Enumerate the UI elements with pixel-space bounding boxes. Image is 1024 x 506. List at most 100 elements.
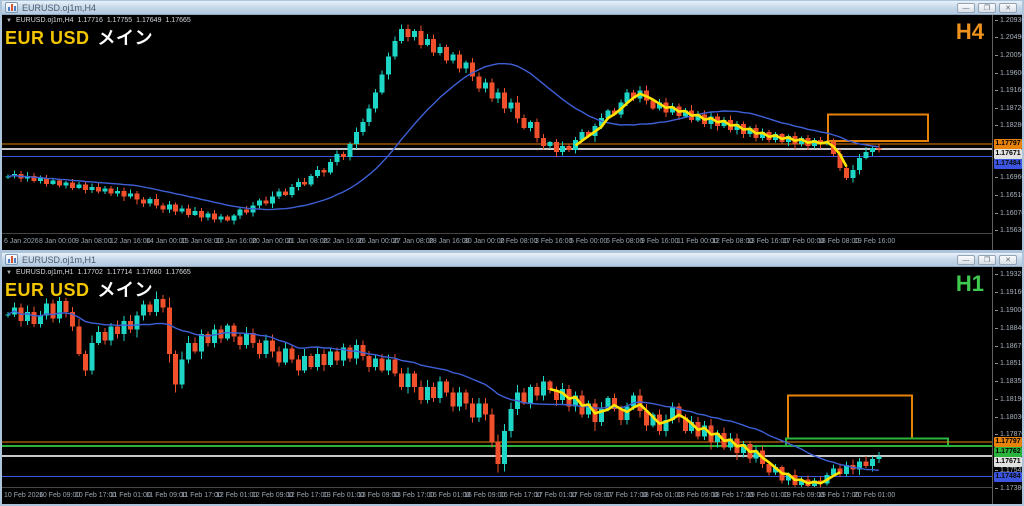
tick-dash <box>995 72 998 74</box>
tick-dash <box>995 362 998 364</box>
time-tick: 6 Jan 2026 <box>4 238 39 245</box>
window-titlebar[interactable]: EURUSD.oj1m,H4 — ❐ ✕ <box>2 1 1022 15</box>
time-tick: 2 Feb 08:00 <box>500 238 538 245</box>
price-badge: 1.17484 <box>994 159 1022 169</box>
supply-zone-rect <box>827 113 929 142</box>
chart-area-h1: ▼ EURUSD.oj1m,H1 1.17702 1.17714 1.17660… <box>2 267 1022 504</box>
tick-dash <box>995 345 998 347</box>
candles <box>5 24 882 225</box>
tick-dash <box>995 469 998 471</box>
price-tick: 1.18280 <box>995 121 1022 129</box>
tick-dash <box>995 327 998 329</box>
time-tick: 3 Feb 16:00 <box>535 238 573 245</box>
tick-dash <box>995 194 998 196</box>
price-tick: 1.18840 <box>995 324 1022 332</box>
time-tick: 11 Feb 01:00 <box>110 492 151 499</box>
price-tick: 1.19600 <box>995 69 1022 77</box>
tick-dash <box>995 416 998 418</box>
tick-dash <box>995 89 998 91</box>
minimize-button[interactable]: — <box>957 2 975 13</box>
price-tick: 1.20050 <box>995 51 1022 59</box>
fast-ma-line <box>549 387 841 485</box>
tick-dash <box>995 487 998 489</box>
minimize-button[interactable]: — <box>957 254 975 265</box>
price-axis[interactable]: 1.20930 1.20490 1.20050 1.19600 1.19160 1.187… <box>992 15 1022 250</box>
price-axis[interactable]: 1.19325 1.19160 1.19000 1.18840 1.18675 1.185… <box>992 267 1022 504</box>
price-tick: 1.18355 <box>995 377 1022 385</box>
time-tick: 19 Feb 16:00 <box>854 238 896 245</box>
time-axis[interactable]: 6 Jan 2026 8 Jan 00:00 9 Jan 08:00 12 Jan 1… <box>2 233 992 250</box>
tick-dash <box>995 107 998 109</box>
tick-dash <box>995 273 998 275</box>
ohlc-open: 1.17716 <box>77 17 103 24</box>
price-badge: 1.17797 <box>994 437 1022 447</box>
restore-button[interactable]: ❐ <box>978 254 996 265</box>
tick-dash <box>995 309 998 311</box>
tick-dash <box>995 19 998 21</box>
time-tick: 10 Feb 2026 <box>4 492 44 499</box>
time-axis[interactable]: 10 Feb 2026 10 Feb 09:00 10 Feb 17:00 11 Fe… <box>2 487 992 504</box>
tick-dash <box>995 398 998 400</box>
tick-dash <box>995 212 998 214</box>
time-tick: 9 Feb 16:00 <box>641 238 679 245</box>
price-tick: 1.19000 <box>995 306 1022 314</box>
symbol-watermark: EUR USD メイン <box>5 280 154 300</box>
window-title: EURUSD.oj1m,H4 <box>22 2 97 13</box>
chart-area-h4: ▼ EURUSD.oj1m,H4 1.17716 1.17755 1.17649… <box>2 15 1022 250</box>
ohlc-info: ▼ EURUSD.oj1m,H1 1.17702 1.17714 1.17660… <box>6 269 191 276</box>
price-tick: 1.16510 <box>995 191 1022 199</box>
time-tick: 12 Jan 16:00 <box>110 238 151 245</box>
symbol-watermark: EUR USD メイン <box>5 28 154 48</box>
chart-window-h1: EURUSD.oj1m,H1 — ❐ ✕ ▼ EURUSD.oj1m,H1 1.… <box>0 252 1024 506</box>
tick-dash <box>995 291 998 293</box>
time-tick: 20 Feb 01:00 <box>854 492 896 499</box>
slow-ma-line <box>7 63 879 211</box>
window-titlebar[interactable]: EURUSD.oj1m,H1 — ❐ ✕ <box>2 253 1022 267</box>
restore-button[interactable]: ❐ <box>978 2 996 13</box>
price-tick: 1.18675 <box>995 342 1022 350</box>
supply-zone-rect <box>787 394 913 440</box>
price-tick: 1.18030 <box>995 413 1022 421</box>
tick-dash <box>995 229 998 231</box>
symbol-dropdown-icon[interactable]: ▼ <box>6 270 12 276</box>
tick-dash <box>995 433 998 435</box>
window-controls: — ❐ ✕ <box>957 254 1017 265</box>
ohlc-open: 1.17702 <box>77 269 103 276</box>
chart-window-h4: EURUSD.oj1m,H4 — ❐ ✕ ▼ EURUSD.oj1m,H4 1.… <box>0 0 1024 252</box>
price-tick: 1.16960 <box>995 173 1022 181</box>
ohlc-low: 1.17660 <box>136 269 162 276</box>
price-tick: 1.19160 <box>995 288 1022 296</box>
close-button[interactable]: ✕ <box>999 2 1017 13</box>
ohlc-close: 1.17665 <box>165 17 191 24</box>
ohlc-high: 1.17755 <box>106 17 133 24</box>
close-button[interactable]: ✕ <box>999 254 1017 265</box>
symbol-dropdown-icon[interactable]: ▼ <box>6 18 12 24</box>
price-tick: 1.20930 <box>995 16 1022 24</box>
fast-ma-line <box>574 92 848 168</box>
price-badge: 1.17797 <box>994 139 1022 149</box>
chart-window-icon <box>5 254 18 265</box>
time-tick: 27 Jan 08:00 <box>393 238 434 245</box>
chart-window-icon <box>5 2 18 13</box>
ohlc-symbol: EURUSD.oj1m,H4 <box>15 17 74 24</box>
ohlc-high: 1.17714 <box>106 269 133 276</box>
time-tick: 5 Feb 00:00 <box>570 238 608 245</box>
price-tick: 1.17380 <box>995 484 1022 492</box>
ohlc-low: 1.17649 <box>136 17 162 24</box>
price-tick: 1.18190 <box>995 395 1022 403</box>
time-tick: 21 Jan 08:00 <box>287 238 328 245</box>
timeframe-label: H4 <box>955 19 984 44</box>
ohlc-info: ▼ EURUSD.oj1m,H4 1.17716 1.17755 1.17649… <box>6 17 191 24</box>
price-badge: 1.17671 <box>994 149 1022 159</box>
time-tick: 6 Feb 08:00 <box>606 238 644 245</box>
price-badge: 1.17762 <box>994 447 1022 457</box>
tick-dash <box>995 380 998 382</box>
tick-dash <box>995 36 998 38</box>
price-tick: 1.16070 <box>995 209 1022 217</box>
ohlc-close: 1.17665 <box>165 269 191 276</box>
price-badge: 1.17484 <box>994 472 1022 482</box>
time-tick: 8 Jan 00:00 <box>39 238 76 245</box>
timeframe-label: H1 <box>955 271 984 296</box>
price-tick: 1.15630 <box>995 226 1022 234</box>
window-title: EURUSD.oj1m,H1 <box>22 254 97 265</box>
